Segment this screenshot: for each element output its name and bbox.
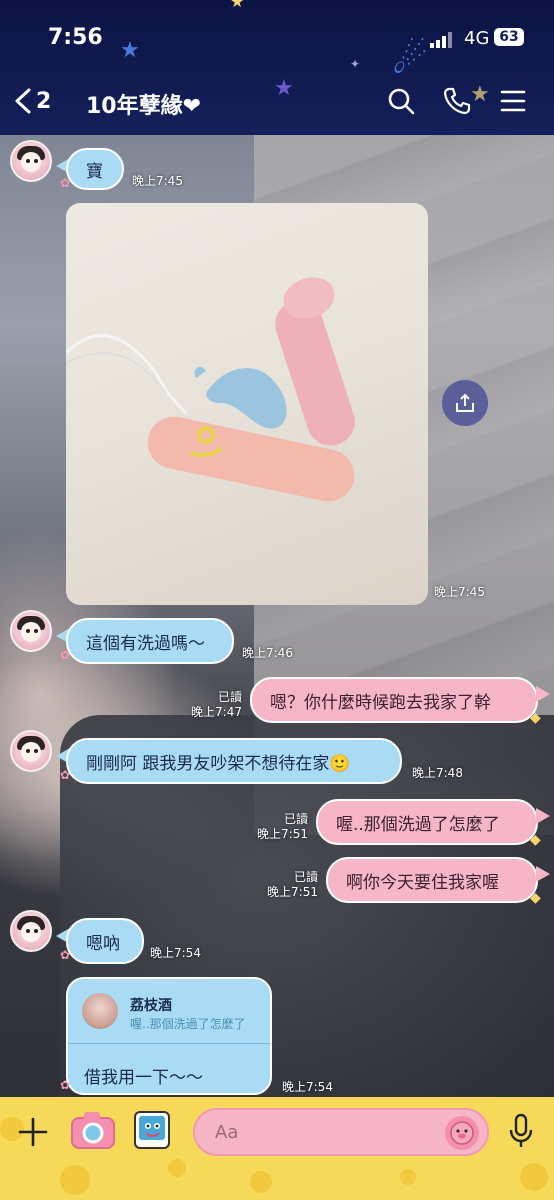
- message-time: 晚上7:54: [150, 946, 201, 960]
- menu-icon: [500, 90, 526, 112]
- avatar[interactable]: [10, 610, 52, 652]
- search-icon: [388, 88, 415, 115]
- bubble-tail: [536, 686, 550, 702]
- message-text: 借我用一下～～: [84, 1068, 203, 1088]
- avatar[interactable]: [10, 140, 52, 182]
- message-text: 嗯？你什麼時候跑去我家了幹: [270, 692, 491, 713]
- sticker-button[interactable]: [445, 1116, 479, 1150]
- message-input-placeholder: Aa: [215, 1122, 239, 1143]
- shared-photo[interactable]: [66, 203, 428, 605]
- top-bar: ★ ★ ★ ☄ ★ ✦ 7:56 4G 63 2 10年孽緣❤: [0, 0, 554, 135]
- message-text: 啊你今天要住我家喔: [346, 872, 499, 893]
- sparkle-icon: ◆: [530, 710, 541, 726]
- photo-content: [66, 277, 355, 502]
- message-input[interactable]: Aa: [193, 1108, 489, 1156]
- pattern-dot: [168, 1159, 186, 1177]
- phone-icon: [443, 87, 471, 115]
- battery-level: 63: [494, 28, 524, 46]
- message-time: 晚上7:45: [434, 585, 485, 599]
- input-bar: Aa: [0, 1097, 554, 1200]
- camera-button[interactable]: [70, 1109, 116, 1151]
- star-decoration: ★: [120, 38, 140, 63]
- pattern-dot: [60, 1165, 90, 1195]
- pattern-dot: [250, 1171, 272, 1193]
- star-decoration: ★: [274, 76, 294, 101]
- reply-avatar: [82, 993, 118, 1029]
- sparkle-icon: ◆: [530, 832, 541, 848]
- share-icon: [456, 393, 474, 412]
- message-bubble[interactable]: 嗯？你什麼時候跑去我家了幹: [250, 677, 538, 723]
- back-count: 2: [36, 88, 52, 114]
- plus-icon: [18, 1117, 48, 1147]
- message-bubble[interactable]: 喔..那個洗過了怎麼了: [316, 799, 538, 845]
- search-button[interactable]: [384, 84, 418, 118]
- read-receipt: 已讀: [293, 870, 318, 884]
- read-receipt: 已讀: [217, 690, 242, 704]
- image-icon: [134, 1111, 170, 1149]
- message-time: 晚上7:47: [191, 705, 242, 719]
- bubble-tail: [536, 866, 550, 882]
- pattern-dot: [520, 1163, 548, 1191]
- message-bubble[interactable]: 啊你今天要住我家喔: [326, 857, 538, 903]
- back-button[interactable]: 2: [14, 88, 51, 114]
- reply-message-bubble[interactable]: 荔枝酒 喔..那個洗過了怎麼了 借我用一下～～: [66, 977, 272, 1095]
- message-time: 晚上7:54: [282, 1080, 333, 1094]
- voice-button[interactable]: [504, 1111, 538, 1151]
- network-type: 4G: [464, 28, 490, 49]
- message-text: 喔..那個洗過了怎麼了: [336, 814, 500, 835]
- pattern-dot: [400, 1169, 416, 1185]
- message-text: 這個有洗過嗎～: [86, 633, 205, 654]
- read-receipt: 已讀: [283, 812, 308, 826]
- sparkle-icon: ◆: [530, 890, 541, 906]
- message-text: 嗯吶: [86, 933, 120, 954]
- star-decoration: ✦: [350, 57, 361, 71]
- reply-divider: [68, 1043, 270, 1044]
- reply-sender-name: 荔枝酒: [130, 998, 172, 1014]
- message-time: 晚上7:51: [257, 827, 308, 841]
- message-text: 寶: [86, 161, 103, 182]
- signal-icon: [430, 32, 452, 48]
- message-bubble[interactable]: 寶: [66, 148, 124, 190]
- share-button[interactable]: [442, 380, 488, 426]
- status-time: 7:56: [48, 25, 103, 50]
- mic-icon: [509, 1113, 533, 1147]
- menu-button[interactable]: [496, 84, 530, 118]
- avatar[interactable]: [10, 730, 52, 772]
- message-bubble[interactable]: 剛剛阿 跟我男友吵架不想待在家🙂: [66, 738, 402, 784]
- call-button[interactable]: [440, 84, 474, 118]
- sticker-icon: [450, 1121, 474, 1145]
- star-decoration: ★: [230, 0, 245, 11]
- reply-quoted-text[interactable]: 喔..那個洗過了怎麼了: [130, 1015, 246, 1032]
- message-time: 晚上7:45: [132, 174, 183, 188]
- image-button[interactable]: [132, 1109, 172, 1151]
- heart-badge-icon: ✿: [60, 1078, 71, 1092]
- back-icon: [15, 88, 31, 114]
- message-time: 晚上7:48: [412, 766, 463, 780]
- message-time: 晚上7:51: [267, 885, 318, 899]
- plus-button[interactable]: [14, 1113, 52, 1151]
- comet-decoration: ☄: [392, 37, 428, 83]
- message-time: 晚上7:46: [242, 646, 293, 660]
- chat-title[interactable]: 10年孽緣❤: [86, 88, 201, 120]
- message-text: 剛剛阿 跟我男友吵架不想待在家🙂: [86, 753, 351, 774]
- message-bubble[interactable]: 這個有洗過嗎～: [66, 618, 234, 664]
- message-bubble[interactable]: 嗯吶: [66, 918, 144, 964]
- bubble-tail: [536, 808, 550, 824]
- camera-icon: [71, 1112, 115, 1149]
- avatar[interactable]: [10, 910, 52, 952]
